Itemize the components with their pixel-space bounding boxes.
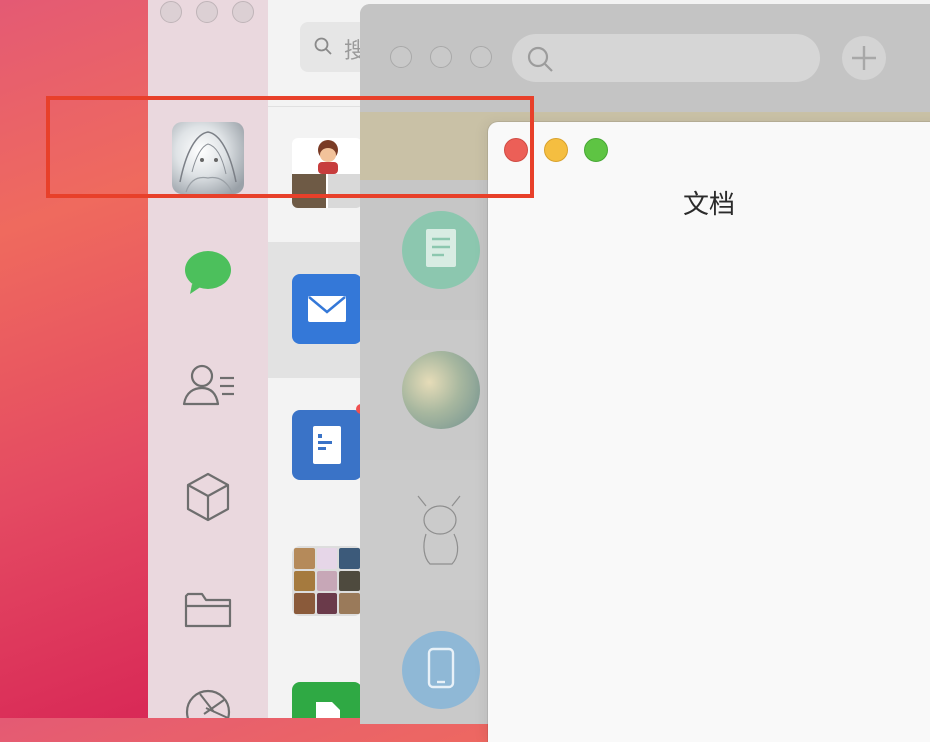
zoom-button[interactable] xyxy=(470,46,492,68)
note-avatar xyxy=(402,211,480,289)
sketch-avatar xyxy=(406,490,476,570)
contact-avatar xyxy=(402,351,480,429)
file-app-icon[interactable] xyxy=(292,682,362,718)
minimize-button[interactable] xyxy=(544,138,568,162)
close-button[interactable] xyxy=(160,1,182,23)
contacts-icon[interactable] xyxy=(182,362,236,412)
add-button[interactable] xyxy=(842,36,886,80)
search-icon xyxy=(527,46,553,72)
tablet-icon xyxy=(427,647,455,689)
camera-aperture-icon[interactable] xyxy=(184,688,232,718)
document-app-icon[interactable] xyxy=(292,410,362,480)
search-input[interactable] xyxy=(560,42,804,74)
window-title: 文档 xyxy=(682,190,735,220)
plus-icon xyxy=(852,46,876,70)
minimize-button[interactable] xyxy=(196,1,218,23)
zoom-button[interactable] xyxy=(584,138,608,162)
device-avatar xyxy=(402,631,480,709)
minimize-button[interactable] xyxy=(430,46,452,68)
close-button[interactable] xyxy=(390,46,412,68)
folder-icon[interactable] xyxy=(184,590,232,634)
group-avatar-collage[interactable] xyxy=(292,546,362,616)
chat-icon[interactable] xyxy=(184,250,232,300)
search-field[interactable] xyxy=(512,34,820,82)
mail-app-icon[interactable] xyxy=(292,274,362,344)
zoom-button[interactable] xyxy=(232,1,254,23)
note-icon xyxy=(426,229,456,267)
document-window: 文档 xyxy=(488,122,930,742)
search-icon xyxy=(314,37,332,55)
highlight-box xyxy=(46,96,534,198)
cube-icon[interactable] xyxy=(186,472,230,526)
